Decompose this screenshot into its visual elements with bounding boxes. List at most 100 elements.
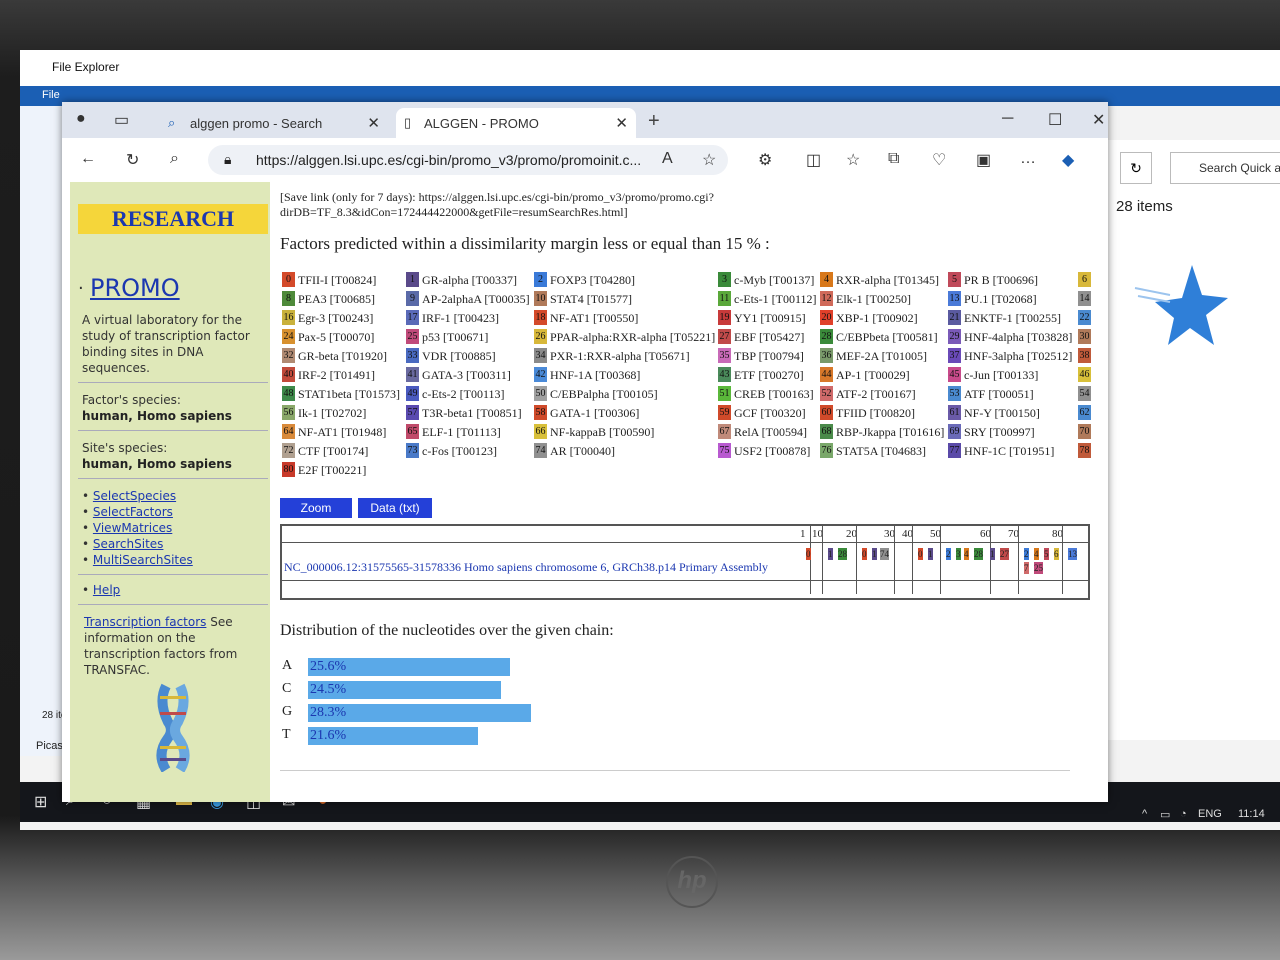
- language-indicator[interactable]: ENG: [1198, 808, 1222, 820]
- factor-item: 74 AR [T00040]: [534, 443, 615, 460]
- factor-number: 24: [282, 329, 295, 344]
- factor-item: 50 C/EBPalpha [T00105]: [534, 386, 658, 403]
- copilot-icon[interactable]: ◆: [1062, 150, 1074, 170]
- minimize-button[interactable]: ─: [1002, 110, 1013, 128]
- zoom-button[interactable]: Zoom: [280, 498, 352, 518]
- site-marker[interactable]: 1: [872, 548, 877, 560]
- factor-name: c-Ets-2 [T00113]: [422, 387, 505, 401]
- more-icon[interactable]: …: [1020, 150, 1036, 168]
- site-marker[interactable]: 13: [1068, 548, 1077, 560]
- factor-item: 16 Egr-3 [T00243]: [282, 310, 373, 327]
- close-icon[interactable]: ✕: [367, 114, 380, 132]
- factor-item: 56 Ik-1 [T02702]: [282, 405, 366, 422]
- help-link[interactable]: • Help: [82, 582, 268, 598]
- site-species-value: human, Homo sapiens: [82, 457, 232, 471]
- site-marker[interactable]: 0: [806, 548, 811, 560]
- factor-name: NF-Y [T00150]: [964, 406, 1040, 420]
- ruler-gridline: [894, 526, 895, 594]
- site-marker[interactable]: 2: [946, 548, 951, 560]
- site-marker[interactable]: 6: [1054, 548, 1059, 560]
- site-marker[interactable]: 1: [828, 548, 833, 560]
- factor-item: 24 Pax-5 [T00070]: [282, 329, 374, 346]
- factor-item: 12 Elk-1 [T00250]: [820, 291, 911, 308]
- sequence-name[interactable]: NC_000006.12:31575565-31578336 Homo sapi…: [284, 560, 768, 575]
- performance-icon[interactable]: ♡: [932, 150, 946, 170]
- factor-item: 75 USF2 [T00878]: [718, 443, 810, 460]
- factor-name: p53 [T00671]: [422, 330, 489, 344]
- divider: [280, 770, 1070, 771]
- file-explorer-title: File Explorer: [52, 60, 120, 74]
- favorite-star-icon[interactable]: ☆: [702, 150, 716, 170]
- lock-icon[interactable]: 🔒︎: [224, 151, 231, 168]
- site-marker[interactable]: 2: [1024, 548, 1029, 560]
- site-marker[interactable]: 3: [956, 548, 961, 560]
- refresh-button[interactable]: ↻: [1120, 152, 1152, 184]
- nav-link-selectfactors[interactable]: • SelectFactors: [82, 504, 268, 520]
- nav-link-selectspecies[interactable]: • SelectSpecies: [82, 488, 268, 504]
- factor-number: 33: [406, 348, 419, 363]
- factor-item: 29 HNF-4alpha [T03828]: [948, 329, 1072, 346]
- tab-promo[interactable]: ▯ ALGGEN - PROMO ✕: [396, 108, 636, 138]
- extensions-icon[interactable]: ⚙: [758, 150, 772, 170]
- factor-name: STAT4 [T01577]: [550, 292, 633, 306]
- search-icon[interactable]: ⌕: [170, 150, 179, 168]
- web-page: RESEARCH · PROMO A virtual laboratory fo…: [62, 182, 1108, 802]
- factor-number: 53: [948, 386, 961, 401]
- site-marker[interactable]: 1: [928, 548, 933, 560]
- site-marker[interactable]: 28: [974, 548, 983, 560]
- nav-link-searchsites[interactable]: • SearchSites: [82, 536, 268, 552]
- wifi-icon[interactable]: ◔: [1180, 808, 1187, 820]
- site-marker[interactable]: 0: [862, 548, 867, 560]
- factor-item: 58 GATA-1 [T00306]: [534, 405, 639, 422]
- file-explorer-search[interactable]: Search Quick ac: [1170, 152, 1280, 184]
- site-marker[interactable]: 74: [880, 548, 889, 560]
- url-input[interactable]: 🔒︎ https://alggen.lsi.upc.es/cgi-bin/pro…: [208, 145, 728, 175]
- collections-icon[interactable]: ⧉: [888, 150, 899, 168]
- transcription-factors-link[interactable]: Transcription factors: [84, 615, 206, 629]
- split-screen-icon[interactable]: ◫: [806, 150, 821, 170]
- site-marker[interactable]: 1: [990, 548, 995, 560]
- clock[interactable]: 11:14: [1238, 808, 1265, 820]
- main-content: [Save link (only for 7 days): https://al…: [280, 182, 1100, 802]
- tab-search[interactable]: ⌕ alggen promo - Search ✕: [162, 108, 388, 138]
- factor-number: 73: [406, 443, 419, 458]
- factor-name: RelA [T00594]: [734, 425, 807, 439]
- nav-link-multisearchsites[interactable]: • MultiSearchSites: [82, 552, 268, 568]
- factor-item: 65 ELF-1 [T01113]: [406, 424, 501, 441]
- site-marker[interactable]: 4: [1034, 548, 1039, 560]
- chevron-up-icon[interactable]: ^: [1142, 808, 1147, 820]
- nav-link-viewmatrices[interactable]: • ViewMatrices: [82, 520, 268, 536]
- factor-name: TFIID [T00820]: [836, 406, 915, 420]
- favorites-icon[interactable]: ☆: [846, 150, 860, 170]
- data-txt-button[interactable]: Data (txt): [358, 498, 432, 518]
- factor-name: IRF-1 [T00423]: [422, 311, 499, 325]
- refresh-icon[interactable]: ↻: [126, 150, 139, 170]
- close-window-button[interactable]: ✕: [1092, 110, 1105, 130]
- factor-item: 54: [1078, 386, 1094, 403]
- site-marker[interactable]: 0: [918, 548, 923, 560]
- windows-start-icon[interactable]: ⊞: [34, 792, 47, 812]
- file-menu[interactable]: File: [42, 89, 60, 101]
- back-icon[interactable]: ←: [80, 150, 96, 168]
- close-icon[interactable]: ✕: [615, 114, 628, 132]
- maximize-button[interactable]: ☐: [1048, 110, 1062, 130]
- factor-name: GR-beta [T01920]: [298, 349, 387, 363]
- site-marker[interactable]: 25: [1034, 562, 1043, 574]
- screenshot-icon[interactable]: ▣: [976, 150, 991, 170]
- site-marker[interactable]: 27: [1000, 548, 1009, 560]
- site-marker[interactable]: 28: [838, 548, 847, 560]
- profile-icon[interactable]: ●: [76, 110, 86, 128]
- promo-link[interactable]: PROMO: [90, 274, 180, 302]
- sequence-table: 1 10 20 30 40 50 60 70 80 0 1 28 0 1 74 0 1 2 3 4 28 1 27 2 4 5 6…: [280, 524, 1090, 600]
- read-aloud-icon[interactable]: A: [662, 150, 673, 168]
- factor-number: 12: [820, 291, 833, 306]
- site-marker[interactable]: 7: [1024, 562, 1029, 574]
- tab-label: alggen promo - Search: [190, 116, 323, 131]
- battery-icon[interactable]: ▭: [1160, 808, 1170, 821]
- site-marker[interactable]: 4: [964, 548, 969, 560]
- factor-name: NF-kappaB [T00590]: [550, 425, 655, 439]
- new-tab-button[interactable]: +: [648, 110, 660, 133]
- tab-actions-icon[interactable]: ▭: [114, 110, 129, 130]
- site-marker[interactable]: 5: [1044, 548, 1049, 560]
- ruler-gridline: [810, 526, 811, 594]
